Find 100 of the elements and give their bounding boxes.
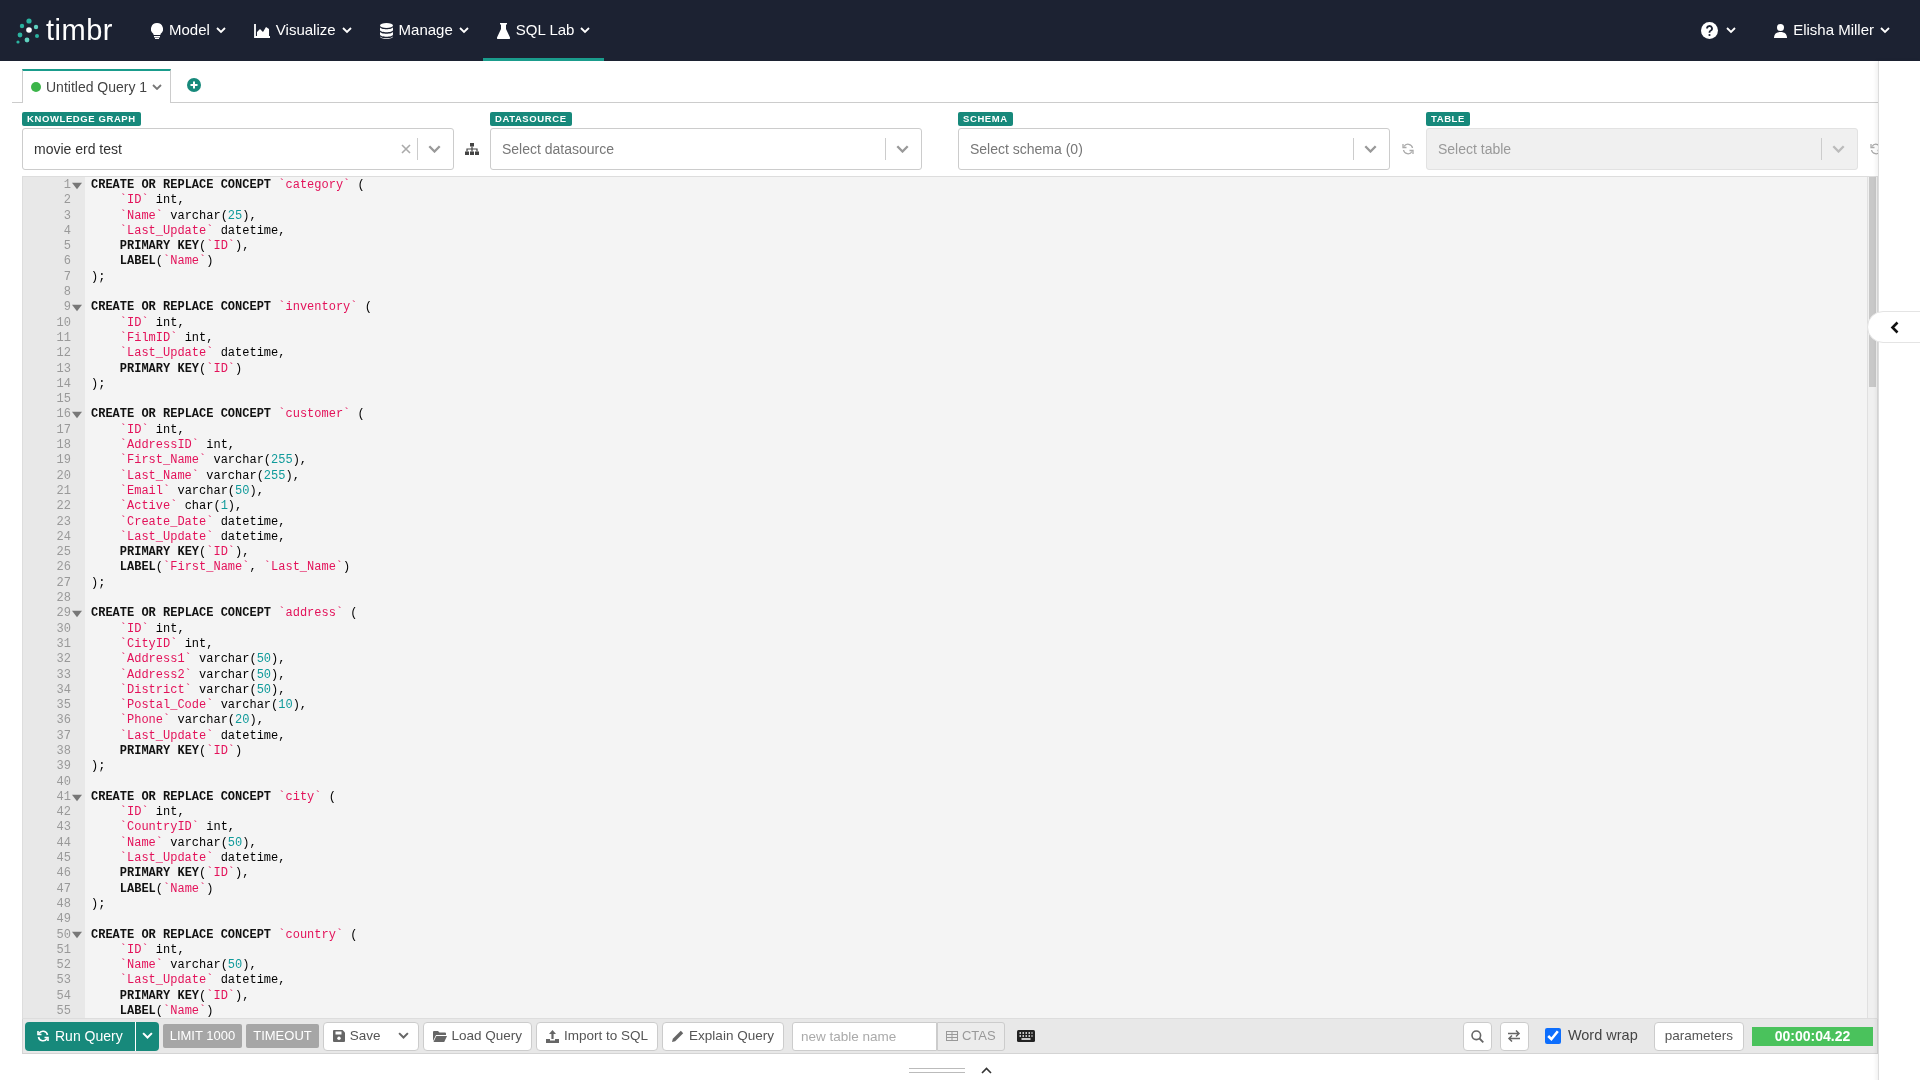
code-line[interactable]: `Name` varchar(50),: [91, 958, 257, 973]
code-line[interactable]: `Phone` varchar(20),: [91, 713, 264, 728]
code-line[interactable]: );: [91, 575, 106, 590]
code-line[interactable]: `ID` int,: [91, 315, 185, 330]
run-options-button[interactable]: [134, 1021, 159, 1051]
code-line[interactable]: `Postal_Code` varchar(10),: [91, 698, 308, 713]
code-line[interactable]: PRIMARY KEY(`ID`): [91, 744, 243, 758]
code-line[interactable]: CREATE OR REPLACE CONCEPT `city` (: [91, 789, 336, 804]
code-line[interactable]: `Last_Update` datetime,: [91, 851, 286, 866]
fold-arrow-icon[interactable]: [72, 608, 82, 619]
code-line[interactable]: `Active` char(1),: [91, 499, 243, 514]
code-line[interactable]: CREATE OR REPLACE CONCEPT `inventory` (: [91, 300, 372, 315]
keyboard-icon[interactable]: [1016, 1030, 1035, 1042]
code-line[interactable]: );: [91, 269, 106, 284]
help-menu[interactable]: [1701, 22, 1737, 39]
code-line[interactable]: PRIMARY KEY(`ID`),: [91, 239, 250, 254]
fold-arrow-icon[interactable]: [72, 930, 82, 941]
code-line[interactable]: PRIMARY KEY(`ID`),: [91, 545, 250, 560]
code-line[interactable]: `FilmID` int,: [91, 330, 214, 345]
code-line[interactable]: `Address2` varchar(50),: [91, 667, 286, 682]
select-field[interactable]: movie erd test: [22, 128, 454, 170]
code-line[interactable]: PRIMARY KEY(`ID`),: [91, 988, 250, 1003]
nav-menu[interactable]: Visualize: [239, 0, 366, 61]
code-line[interactable]: `Last_Update` datetime,: [91, 223, 286, 238]
code-line[interactable]: `Last_Update` datetime,: [91, 346, 286, 361]
code-line[interactable]: `ID` int,: [91, 621, 185, 636]
code-line[interactable]: `ID` int,: [91, 193, 185, 208]
user-menu[interactable]: Elisha Miller: [1760, 0, 1904, 61]
code-line[interactable]: `ID` int,: [91, 422, 185, 437]
select-field[interactable]: Select datasource: [490, 128, 922, 170]
code-line[interactable]: LABEL(`Name`): [91, 881, 214, 896]
fold-arrow-icon[interactable]: [72, 410, 82, 421]
code-line[interactable]: );: [91, 376, 106, 391]
chevron-down-icon: [428, 144, 441, 154]
code-line[interactable]: PRIMARY KEY(`ID`): [91, 361, 243, 376]
code-line[interactable]: PRIMARY KEY(`ID`),: [91, 866, 250, 881]
line-number: 24: [56, 529, 71, 546]
line-number: 1: [63, 178, 71, 194]
line-number: 5: [63, 239, 71, 255]
run-query-button[interactable]: Run Query: [25, 1021, 135, 1051]
nav-menu[interactable]: Manage: [365, 0, 483, 61]
code-line[interactable]: `Name` varchar(25),: [91, 208, 257, 223]
chevron-up-icon[interactable]: [980, 1066, 992, 1074]
code-line[interactable]: `Last_Update` datetime,: [91, 728, 286, 743]
word-wrap-checkbox[interactable]: [1544, 1028, 1561, 1044]
chevron-down-icon: [1364, 144, 1377, 154]
fold-arrow-icon[interactable]: [72, 792, 82, 803]
code-line[interactable]: );: [91, 759, 106, 774]
select-field[interactable]: Select schema (0): [958, 128, 1390, 170]
replace-button[interactable]: [1499, 1021, 1529, 1051]
code-line[interactable]: LABEL(`Name`): [91, 1004, 214, 1018]
parameters-button[interactable]: parameters: [1653, 1021, 1744, 1051]
fold-arrow-icon[interactable]: [72, 303, 82, 313]
code-line[interactable]: `ID` int,: [91, 805, 185, 820]
line-number: 53: [56, 973, 71, 989]
line-number: 48: [56, 896, 71, 913]
code-line[interactable]: CREATE OR REPLACE CONCEPT `address` (: [91, 606, 358, 621]
code-line[interactable]: );: [91, 896, 106, 911]
explain-query-button[interactable]: Explain Query: [662, 1021, 784, 1051]
load-query-button[interactable]: Load Query: [422, 1021, 533, 1051]
code-line[interactable]: `Address1` varchar(50),: [91, 652, 286, 667]
code-line[interactable]: CREATE OR REPLACE CONCEPT `customer` (: [91, 407, 365, 422]
hierarchy-icon[interactable]: [465, 143, 479, 155]
nav-menu[interactable]: Model: [136, 0, 240, 61]
resize-handle-icon[interactable]: [908, 1067, 965, 1073]
nav-menu[interactable]: SQL Lab: [482, 0, 605, 61]
line-number: 7: [63, 269, 71, 286]
code-line[interactable]: `Last_Update` datetime,: [91, 529, 286, 544]
code-line[interactable]: `Last_Name` varchar(255),: [91, 468, 300, 483]
collapse-button[interactable]: [1867, 311, 1920, 343]
code-line[interactable]: LABEL(`First_Name`, `Last_Name`): [91, 560, 351, 575]
add-tab-icon[interactable]: [187, 78, 202, 92]
code-line[interactable]: `First_Name` varchar(255),: [91, 453, 308, 468]
scrollbar[interactable]: [1867, 177, 1877, 1018]
line-number: 3: [63, 208, 71, 224]
code-line[interactable]: CREATE OR REPLACE CONCEPT `category` (: [91, 178, 365, 192]
code-line[interactable]: CREATE OR REPLACE CONCEPT `country` (: [91, 927, 358, 942]
code-line[interactable]: LABEL(`Name`): [91, 254, 214, 269]
code-line[interactable]: `CityID` int,: [91, 636, 214, 651]
chevron-down-icon: [1832, 144, 1845, 154]
query-tab[interactable]: Untitled Query 1: [22, 69, 172, 103]
fold-arrow-icon[interactable]: [72, 180, 82, 191]
table-name-field[interactable]: new table name: [791, 1021, 937, 1051]
code-line[interactable]: `Email` varchar(50),: [91, 483, 264, 498]
refresh-icon[interactable]: [1402, 143, 1414, 155]
code-line[interactable]: `CountryID` int,: [91, 820, 236, 835]
code-line[interactable]: `AddressID` int,: [91, 438, 236, 453]
search-button[interactable]: [1462, 1021, 1492, 1051]
database-icon: [379, 22, 393, 39]
code-line[interactable]: `District` varchar(50),: [91, 682, 286, 697]
logo[interactable]: timbr: [46, 8, 113, 53]
code-line[interactable]: `Last_Update` datetime,: [91, 973, 286, 988]
line-number: 19: [56, 453, 71, 469]
clear-icon[interactable]: [401, 144, 411, 154]
code-line[interactable]: `Create_Date` datetime,: [91, 514, 286, 529]
code-line[interactable]: `Name` varchar(50),: [91, 835, 257, 850]
line-number: 4: [63, 223, 71, 240]
import-button[interactable]: Import to SQL: [536, 1021, 659, 1051]
code-line[interactable]: `ID` int,: [91, 942, 185, 957]
save-button[interactable]: Save: [322, 1021, 419, 1051]
